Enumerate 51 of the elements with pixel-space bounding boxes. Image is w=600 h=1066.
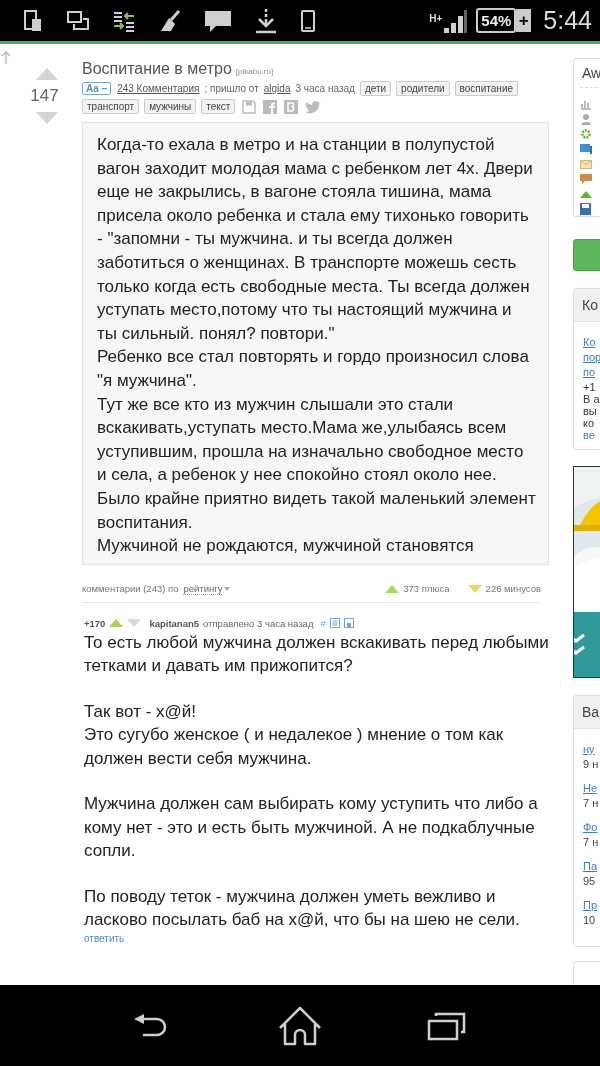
tag[interactable]: транспорт xyxy=(82,99,140,114)
tag[interactable]: воспитание xyxy=(454,81,519,96)
author-link[interactable]: algida xyxy=(263,83,291,94)
charging-sign: + xyxy=(516,9,532,32)
panel-link[interactable]: Па xyxy=(583,860,600,872)
panel-link[interactable]: по xyxy=(583,366,600,378)
panel-link[interactable]: Не xyxy=(583,782,600,794)
reply-link[interactable]: ответить xyxy=(84,932,549,944)
panel-meta: 95 xyxy=(583,875,597,887)
comment-score: +170 xyxy=(84,617,106,629)
comments-count: комментарии (243) по xyxy=(82,583,179,595)
comment-author[interactable]: kapitanan5 xyxy=(149,617,200,629)
panel-link[interactable]: Ко xyxy=(583,336,600,348)
minus-count: 226 минусов xyxy=(485,583,541,595)
panel-text: ко xyxy=(583,417,596,429)
tag[interactable]: родители xyxy=(396,81,450,96)
panel-link[interactable]: пор xyxy=(583,351,600,363)
comment-time: отправлено 3 часа назад xyxy=(203,617,314,629)
post-time: 3 часа назад xyxy=(295,83,355,94)
panel-text: +1 xyxy=(583,381,597,393)
panel-meta: 10 xyxy=(583,914,597,926)
panel-meta: 9 н xyxy=(583,758,600,770)
comment-anchor-link[interactable]: # xyxy=(320,617,326,629)
comment-text: По поводу теток - мужчина должен уметь вежливо и ласково посылать баб на х@й, что бы на шею не сели. xyxy=(84,885,521,932)
panel-link[interactable]: ну xyxy=(583,743,600,755)
panel-link[interactable]: Фо xyxy=(583,821,600,833)
post-title[interactable]: Воспитание в метро xyxy=(82,60,232,78)
comment-text: То есть любой мужчина должен вскакивать перед любыми тетками и давать им прижопится? xyxy=(84,631,549,678)
panel-meta: 7 н xyxy=(583,797,600,809)
panel-title: Ко xyxy=(574,289,600,322)
source-label: ; пришло от xyxy=(204,83,259,94)
font-size-toggle[interactable]: Aa – xyxy=(82,82,112,95)
clock: 5:44 xyxy=(543,6,592,35)
panel-meta: 7 н xyxy=(583,836,600,848)
tag[interactable]: текст xyxy=(201,99,236,114)
network-type: H+ xyxy=(429,13,443,24)
panel-title: Ва xyxy=(574,696,600,729)
tag[interactable]: мужчины xyxy=(144,99,197,114)
post-text: Когда-то ехала в метро и на станции в полупустой вагон заходит молодая мама с ребенком лет 4х. Двери еще не закрылись, в вагоне стояла тишина, мама присела около ребенка и стала ему тихонько говорить - "запомни - ты мужчина. и ты всегда должен заботиться о женщинах. В транспорте можешь сесть только когда есть свободные места. Ты всегда должен уступать место,потому что ты настоящий мужчина и ты сильный. понял? повтори." Ребенко все стал повторять и гордо произносил слова "я мужчина". Тут же все кто из мужчин слышали это стали вскакивать,уступать место.Мама же,улыбаясь всем уступившим, прошла на изначально свободное место и села, а ребенок у нее спокойно стоял около нее. Было крайне приятно видеть такой маленький элемент воспитания. Мужчиной не рождаются, мужчиной становятся xyxy=(82,122,549,565)
source-domain: [pikabu.ru] xyxy=(235,67,274,76)
post-score: 147 xyxy=(30,86,59,106)
panel-text: В а xyxy=(583,393,600,405)
comment-text: Так вот - х@й! Это сугубо женское ( и недалекое ) мнение о том как должен вести себя мужчина. xyxy=(84,700,505,770)
comments-link[interactable]: 243 Комментария xyxy=(117,83,200,94)
tag[interactable]: дети xyxy=(359,81,392,96)
sort-dropdown[interactable]: рейтингу xyxy=(183,582,231,595)
comment-text: Мужчина должен сам выбирать кому уступить что либо а кому нет - это и есть быть мужчиной. А не подкаблучные сопли. xyxy=(84,793,539,863)
more-link[interactable]: ве xyxy=(583,429,600,441)
plus-count: 373 плюса xyxy=(403,583,450,595)
panel-text: вы xyxy=(583,405,598,417)
panel-link[interactable]: Пр xyxy=(583,899,600,911)
